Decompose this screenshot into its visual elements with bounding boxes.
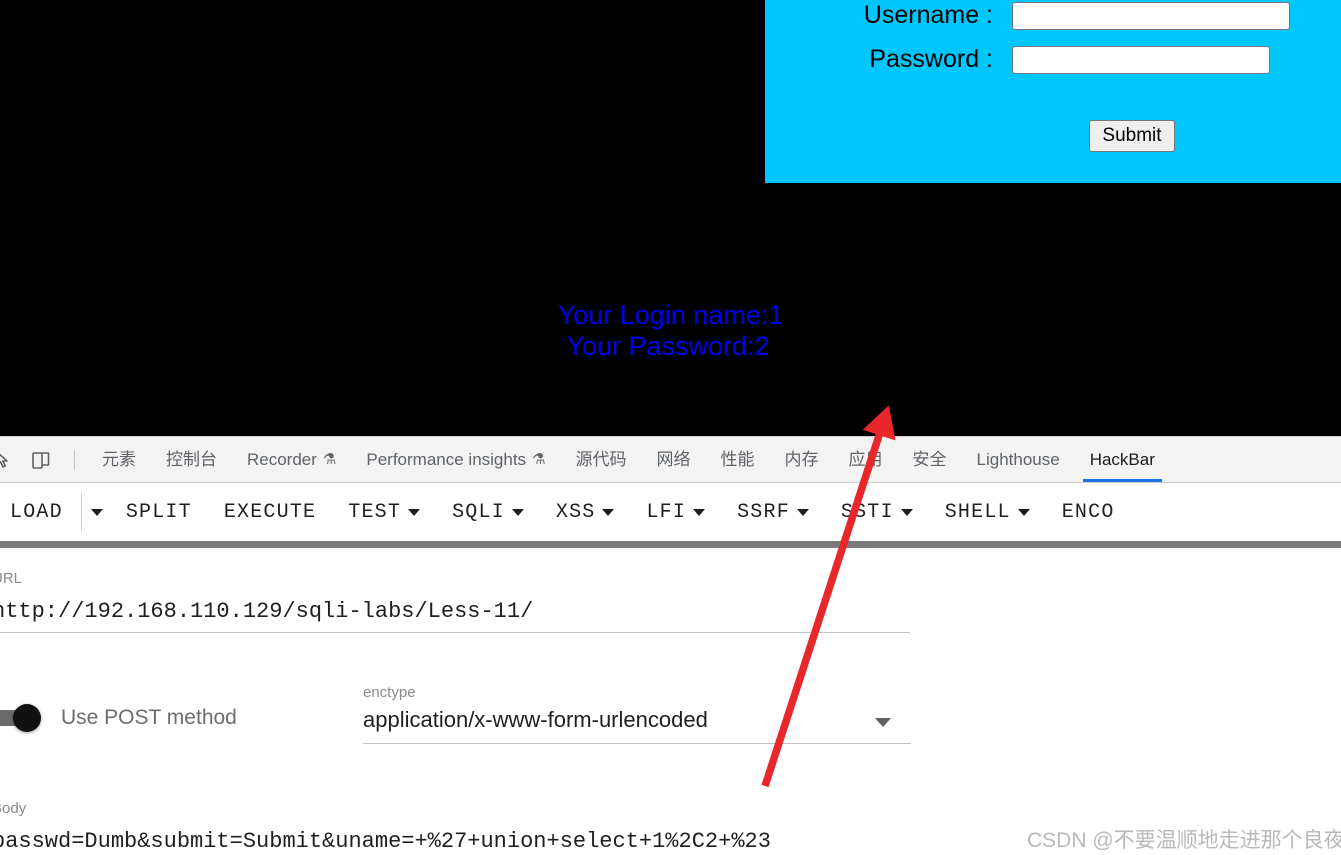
login-form-panel: Username : Password : Submit	[765, 0, 1341, 186]
login-result-name: Your Login name:1	[557, 300, 784, 330]
hackbar-button-label: SPLIT	[125, 500, 192, 524]
body-label: Body	[0, 800, 27, 817]
hackbar-button-label: LFI	[646, 500, 687, 524]
devtools-tab-1[interactable]: 控制台	[151, 437, 232, 482]
hackbar-button-enco[interactable]: ENCO	[1046, 489, 1131, 535]
devtools-tab-label: Recorder	[247, 450, 317, 469]
inspect-element-icon[interactable]	[0, 445, 18, 475]
url-input[interactable]: http://192.168.110.129/sqli-labs/Less-11…	[0, 587, 910, 633]
toggle-knob	[13, 704, 41, 732]
chevron-down-icon	[900, 508, 913, 516]
hackbar-section-divider	[0, 541, 1341, 548]
login-result-text: Your Login name:1 Your Password:2	[0, 300, 1341, 362]
password-input[interactable]	[1012, 45, 1270, 74]
experimental-flask-icon: ⚗	[322, 451, 337, 468]
devtools-tab-label: 源代码	[575, 450, 627, 469]
chevron-down-icon	[511, 508, 524, 516]
devtools-tab-label: 内存	[784, 450, 819, 469]
username-label: Username :	[863, 1, 993, 29]
chevron-down-icon	[90, 508, 103, 516]
toolbar-divider	[74, 449, 75, 470]
hackbar-button-sqli[interactable]: SQLI	[436, 489, 540, 535]
hackbar-button-shell[interactable]: SHELL	[929, 489, 1046, 535]
devtools-tab-9[interactable]: 安全	[898, 437, 962, 482]
chevron-down-icon	[408, 508, 421, 516]
hackbar-button-label: XSS	[555, 500, 596, 524]
enctype-select[interactable]: application/x-www-form-urlencoded	[363, 701, 911, 744]
use-post-method-toggle[interactable]	[0, 704, 46, 732]
chevron-down-icon	[796, 508, 809, 516]
hackbar-button-xss[interactable]: XSS	[540, 489, 631, 535]
devtools-tab-label: 安全	[912, 450, 947, 469]
devtools-tab-label: 控制台	[166, 450, 217, 469]
hackbar-button-lfi[interactable]: LFI	[630, 489, 721, 535]
devtools-panel: 元素 控制台 Recorder ⚗ Performance insights ⚗ 源代码 网络…	[0, 436, 1341, 855]
devtools-tab-label: 性能	[720, 450, 755, 469]
devtools-tab-10[interactable]: Lighthouse	[962, 437, 1075, 482]
username-input[interactable]	[1012, 1, 1290, 30]
login-result-password: Your Password:2	[566, 331, 770, 361]
screenshot-root: Username : Password : Submit Your Login …	[0, 0, 1341, 855]
devtools-tab-label: Performance insights	[366, 450, 527, 469]
devtools-tab-label: Lighthouse	[976, 450, 1060, 469]
hackbar-button-label: EXECUTE	[223, 500, 317, 524]
hackbar-load-dropdown[interactable]	[84, 492, 110, 532]
devtools-tab-5[interactable]: 网络	[642, 437, 706, 482]
use-post-method-row[interactable]: Use POST method	[0, 704, 237, 732]
submit-button[interactable]: Submit	[1089, 120, 1175, 152]
devtools-tab-3[interactable]: Performance insights ⚗	[351, 437, 560, 482]
devtools-tab-11[interactable]: HackBar	[1075, 437, 1170, 482]
devtools-tab-6[interactable]: 性能	[706, 437, 770, 482]
hackbar-button-ssti[interactable]: SSTI	[825, 489, 929, 535]
hackbar-button-label: SSTI	[840, 500, 894, 524]
toolbar-divider	[80, 493, 82, 531]
devtools-tab-label: HackBar	[1089, 450, 1155, 469]
enctype-field-group: enctype application/x-www-form-urlencode…	[363, 684, 911, 744]
experimental-flask-icon: ⚗	[532, 451, 546, 468]
devtools-tab-label: 网络	[656, 450, 691, 469]
hackbar-button-load[interactable]: LOAD	[0, 489, 79, 535]
username-row: Username :	[818, 1, 1290, 30]
hackbar-button-split[interactable]: SPLIT	[110, 489, 208, 535]
password-label: Password :	[869, 45, 993, 73]
hackbar-body: URL http://192.168.110.129/sqli-labs/Les…	[0, 548, 1341, 854]
chevron-down-icon	[1017, 508, 1030, 516]
devtools-tab-2[interactable]: Recorder ⚗	[232, 437, 351, 482]
chevron-down-icon	[693, 508, 706, 516]
hackbar-button-execute[interactable]: EXECUTE	[208, 489, 332, 535]
chevron-down-icon	[875, 718, 891, 727]
devtools-tab-0[interactable]: 元素	[87, 437, 151, 482]
enctype-value: application/x-www-form-urlencoded	[363, 707, 708, 732]
url-field-group: URL http://192.168.110.129/sqli-labs/Les…	[0, 570, 910, 633]
devtools-tab-label: 应用	[848, 450, 883, 469]
enctype-label: enctype	[363, 684, 416, 701]
devtools-tab-8[interactable]: 应用	[834, 437, 898, 482]
use-post-method-label: Use POST method	[61, 706, 237, 729]
devtools-tabbar: 元素 控制台 Recorder ⚗ Performance insights ⚗ 源代码 网络…	[0, 437, 1341, 483]
url-label: URL	[0, 570, 23, 587]
devtools-tab-4[interactable]: 源代码	[561, 437, 642, 482]
hackbar-button-label: SHELL	[944, 500, 1011, 524]
hackbar-button-ssrf[interactable]: SSRF	[721, 489, 825, 535]
hackbar-button-label: TEST	[348, 500, 402, 524]
devtools-tab-label: 元素	[102, 450, 136, 469]
devtools-tab-7[interactable]: 内存	[770, 437, 834, 482]
hackbar-button-label: LOAD	[10, 500, 63, 524]
body-field-group: Body passwd=Dumb&submit=Submit&uname=+%2…	[0, 800, 910, 855]
chevron-down-icon	[602, 508, 615, 516]
browser-viewport: Username : Password : Submit Your Login …	[0, 0, 1341, 436]
password-row: Password :	[818, 45, 1270, 74]
hackbar-button-test[interactable]: TEST	[332, 489, 436, 535]
hackbar-toolbar: LOAD SPLIT EXECUTE TEST SQLI XSS LFI SSRF SSTI SH…	[0, 483, 1341, 541]
device-toolbar-icon[interactable]	[26, 445, 56, 475]
hackbar-button-label: SSRF	[737, 500, 790, 524]
body-input[interactable]: passwd=Dumb&submit=Submit&uname=+%27+uni…	[0, 817, 910, 855]
hackbar-button-label: ENCO	[1061, 500, 1115, 524]
hackbar-button-label: SQLI	[452, 500, 505, 524]
